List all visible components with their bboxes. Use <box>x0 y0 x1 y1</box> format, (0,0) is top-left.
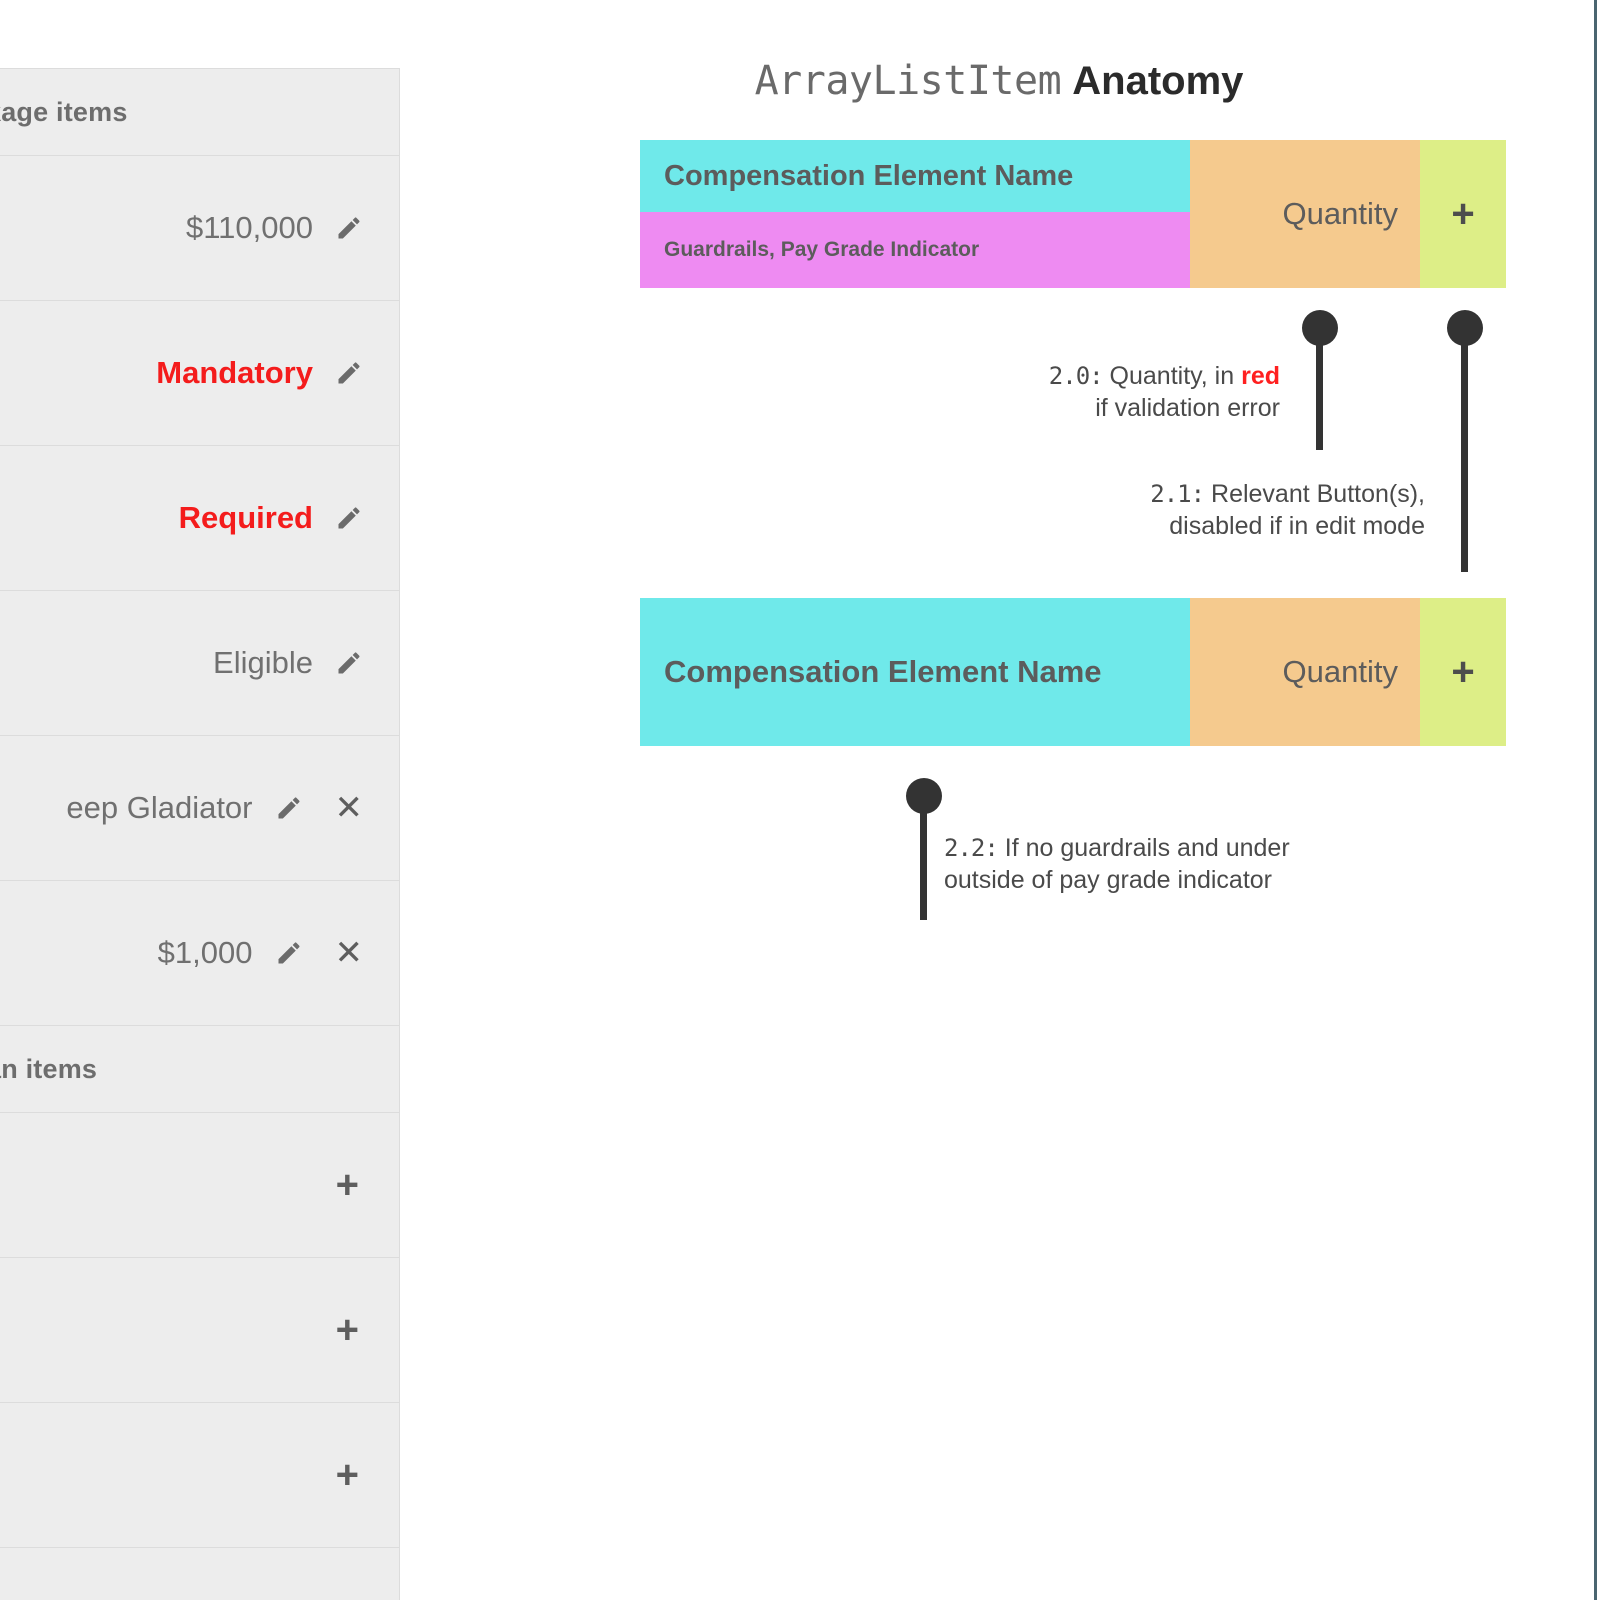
pencil-icon[interactable] <box>275 939 303 967</box>
pencil-icon[interactable] <box>275 794 303 822</box>
plus-icon[interactable]: + <box>336 1165 359 1205</box>
guardrails-pay-grade-indicator-label: Guardrails, Pay Grade Indicator <box>640 212 1190 288</box>
list-item-value: Eligible <box>213 645 313 680</box>
anatomy-diagram-panel: ArrayListItem Anatomy Compensation Eleme… <box>400 0 1598 1600</box>
page-title-bold: Anatomy <box>1072 59 1244 103</box>
list-item[interactable]: $110,000 <box>0 156 399 301</box>
annotation-number: 2.0: <box>1048 362 1104 390</box>
list-item[interactable]: Mandatory <box>0 301 399 446</box>
pencil-icon[interactable] <box>335 649 363 677</box>
annotation-text: Relevant Button(s), disabled if in edit … <box>1169 480 1425 540</box>
list-item[interactable]: + <box>0 1113 399 1258</box>
list-item[interactable]: + <box>0 1403 399 1548</box>
array-list-item-with-guardrails: Compensation Element Name Guardrails, Pa… <box>640 140 1506 288</box>
plus-icon[interactable]: + <box>336 1455 359 1495</box>
plus-icon[interactable]: + <box>1420 598 1506 746</box>
callout-pin-stem <box>1461 340 1468 572</box>
annotation-highlight: red <box>1241 362 1280 390</box>
annotation-2-0: 2.0: Quantity, in red if validation erro… <box>830 360 1280 424</box>
annotation-number: 2.1: <box>1150 480 1205 508</box>
compensation-element-name-label: Compensation Element Name <box>640 140 1190 212</box>
sidebar-section-header-label: an items <box>0 1053 98 1084</box>
sidebar-section-header-label: kage items <box>0 96 128 127</box>
panel-right-edge <box>1594 0 1597 1600</box>
list-item-value: Required <box>178 500 313 535</box>
list-item-value: Mandatory <box>156 355 313 390</box>
pencil-icon[interactable] <box>335 214 363 242</box>
sidebar-section-header-plan-items: an items <box>0 1026 399 1113</box>
list-item[interactable]: Required <box>0 446 399 591</box>
close-icon[interactable]: ✕ <box>335 791 364 825</box>
list-item[interactable]: eep Gladiator ✕ <box>0 736 399 881</box>
list-item[interactable]: $1,000 ✕ <box>0 881 399 1026</box>
annotation-number: 2.2: <box>944 834 999 862</box>
quantity-field[interactable]: Quantity <box>1190 598 1420 746</box>
package-items-sidebar: kage items $110,000 Mandatory Required E… <box>0 68 400 1600</box>
element-name-column: Compensation Element Name <box>640 598 1190 746</box>
list-item-value: eep Gladiator <box>66 790 253 825</box>
quantity-field[interactable]: Quantity <box>1190 140 1420 288</box>
pencil-icon[interactable] <box>335 359 363 387</box>
annotation-text-before: Quantity, in <box>1102 362 1242 390</box>
list-item[interactable]: Eligible <box>0 591 399 736</box>
pencil-icon[interactable] <box>335 504 363 532</box>
page-title: ArrayListItem Anatomy <box>400 58 1598 104</box>
callout-pin-stem <box>920 808 927 920</box>
plus-icon[interactable]: + <box>336 1310 359 1350</box>
array-list-item-no-guardrails: Compensation Element Name Quantity + <box>640 598 1506 746</box>
compensation-element-name-label: Compensation Element Name <box>640 598 1190 746</box>
sidebar-section-header-package-items: kage items <box>0 69 399 156</box>
list-item-value: $1,000 <box>157 935 253 970</box>
list-item[interactable]: + <box>0 1258 399 1403</box>
element-name-column: Compensation Element Name Guardrails, Pa… <box>640 140 1190 288</box>
list-item-value: $110,000 <box>186 210 313 245</box>
annotation-2-1: 2.1: Relevant Button(s), disabled if in … <box>920 478 1425 542</box>
annotation-2-2: 2.2: If no guardrails and under outside … <box>944 832 1424 896</box>
callout-pin-stem <box>1316 340 1323 450</box>
plus-icon[interactable]: + <box>1420 140 1506 288</box>
close-icon[interactable]: ✕ <box>335 936 364 970</box>
annotation-text-after: if validation error <box>1095 394 1280 422</box>
page-title-mono: ArrayListItem <box>754 58 1062 104</box>
